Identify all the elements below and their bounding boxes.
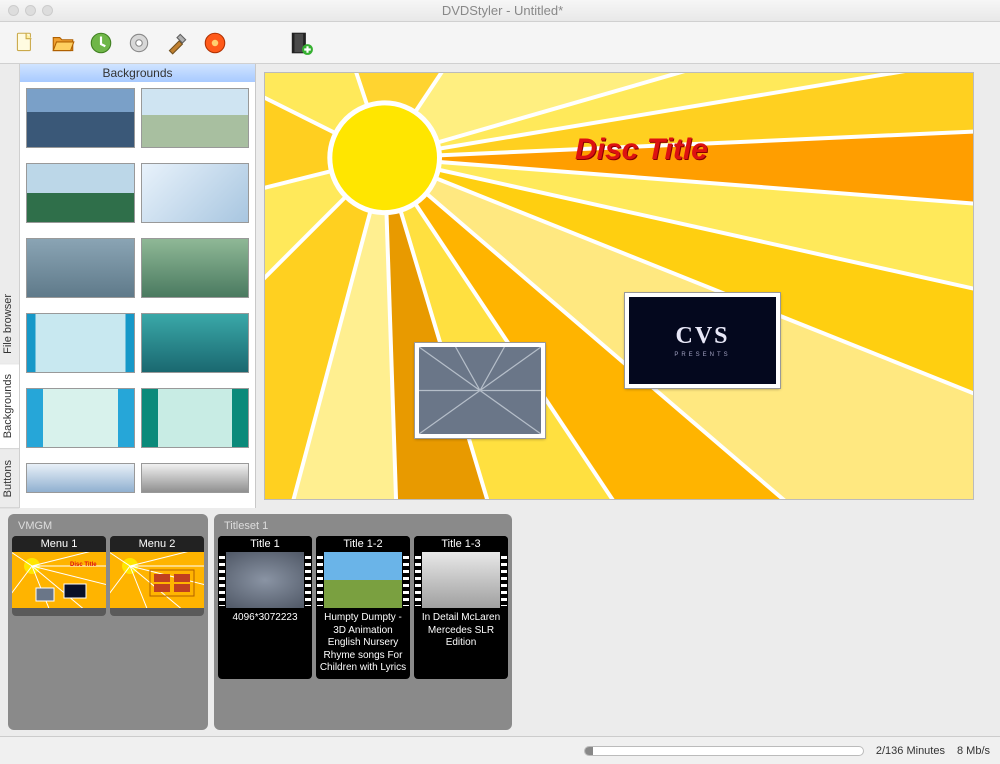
title-card-desc: Humpty Dumpty - 3D Animation English Nur…: [316, 608, 410, 679]
bitrate-label: 8 Mb/s: [957, 745, 990, 757]
minimize-window-icon[interactable]: [25, 5, 36, 16]
timeline: VMGM Menu 1 Disc Title Menu 2 Titleset 1: [0, 508, 1000, 736]
background-thumb[interactable]: [26, 238, 135, 298]
title-card-desc: In Detail McLaren Mercedes SLR Edition: [414, 608, 508, 679]
menu-card-body: [110, 608, 204, 616]
background-thumb[interactable]: [26, 463, 135, 493]
backgrounds-panel: Backgrounds: [20, 64, 256, 508]
menu-canvas[interactable]: Disc Title CVS PRESENTS: [264, 72, 974, 500]
menu-card-title: Menu 2: [110, 536, 204, 552]
title-card[interactable]: Title 1 4096*3072223: [218, 536, 312, 679]
close-window-icon[interactable]: [8, 5, 19, 16]
background-thumb[interactable]: [26, 88, 135, 148]
cvs-logo-text: CVS: [675, 323, 729, 350]
background-thumb[interactable]: [141, 88, 250, 148]
background-thumb[interactable]: [26, 313, 135, 373]
toolbar: [0, 22, 1000, 64]
title-card-title: Title 1-3: [414, 536, 508, 552]
canvas-area: Disc Title CVS PRESENTS: [256, 64, 1000, 508]
menu-video-thumb-2[interactable]: CVS PRESENTS: [625, 293, 780, 388]
menu-card[interactable]: Menu 2: [110, 536, 204, 616]
background-thumb[interactable]: [141, 463, 250, 493]
menu-card-thumb: Disc Title: [12, 552, 106, 608]
title-card-thumb: [316, 552, 410, 608]
title-card[interactable]: Title 1-2 Humpty Dumpty - 3D Animation E…: [316, 536, 410, 679]
menu-video-thumb-1[interactable]: [415, 343, 545, 438]
background-thumb[interactable]: [26, 163, 135, 223]
title-card-desc: 4096*3072223: [218, 608, 312, 679]
tab-file-browser[interactable]: File browser: [0, 284, 19, 365]
tab-backgrounds[interactable]: Backgrounds: [0, 364, 19, 449]
title-card-title: Title 1-2: [316, 536, 410, 552]
disc-title-text[interactable]: Disc Title: [575, 133, 708, 167]
vmgm-group[interactable]: VMGM Menu 1 Disc Title Menu 2: [8, 514, 208, 730]
backgrounds-panel-header: Backgrounds: [20, 64, 255, 82]
menu-card-thumb: [110, 552, 204, 608]
burn-button[interactable]: [200, 28, 230, 58]
sidebar-tabs: File browser Backgrounds Buttons: [0, 64, 20, 508]
background-thumb[interactable]: [141, 313, 250, 373]
minutes-label: 2/136 Minutes: [876, 745, 945, 757]
title-bar: DVDStyler - Untitled*: [0, 0, 1000, 22]
vmgm-label: VMGM: [12, 518, 204, 536]
svg-text:Disc Title: Disc Title: [70, 562, 97, 568]
backgrounds-grid[interactable]: [20, 82, 255, 508]
titleset-group[interactable]: Titleset 1 Title 1 4096*3072223 Title 1-…: [214, 514, 512, 730]
background-thumb[interactable]: [141, 163, 250, 223]
menu-card-body: [12, 608, 106, 616]
title-card-title: Title 1: [218, 536, 312, 552]
settings-button[interactable]: [124, 28, 154, 58]
title-card[interactable]: Title 1-3 In Detail McLaren Mercedes SLR…: [414, 536, 508, 679]
save-button[interactable]: [86, 28, 116, 58]
title-card-thumb: [218, 552, 312, 608]
cvs-presents-text: PRESENTS: [674, 352, 730, 358]
tools-button[interactable]: [162, 28, 192, 58]
zoom-window-icon[interactable]: [42, 5, 53, 16]
tab-buttons[interactable]: Buttons: [0, 450, 19, 508]
title-card-thumb: [414, 552, 508, 608]
menu-card[interactable]: Menu 1 Disc Title: [12, 536, 106, 616]
background-thumb[interactable]: [141, 238, 250, 298]
background-thumb[interactable]: [141, 388, 250, 448]
window-title: DVDStyler - Untitled*: [53, 3, 952, 18]
status-bar: 2/136 Minutes 8 Mb/s: [0, 736, 1000, 764]
disc-usage-progress: [584, 746, 864, 756]
menu-card-title: Menu 1: [12, 536, 106, 552]
new-button[interactable]: [10, 28, 40, 58]
titleset-label: Titleset 1: [218, 518, 508, 536]
open-button[interactable]: [48, 28, 78, 58]
background-thumb[interactable]: [26, 388, 135, 448]
add-video-button[interactable]: [286, 28, 316, 58]
window-controls[interactable]: [8, 5, 53, 16]
